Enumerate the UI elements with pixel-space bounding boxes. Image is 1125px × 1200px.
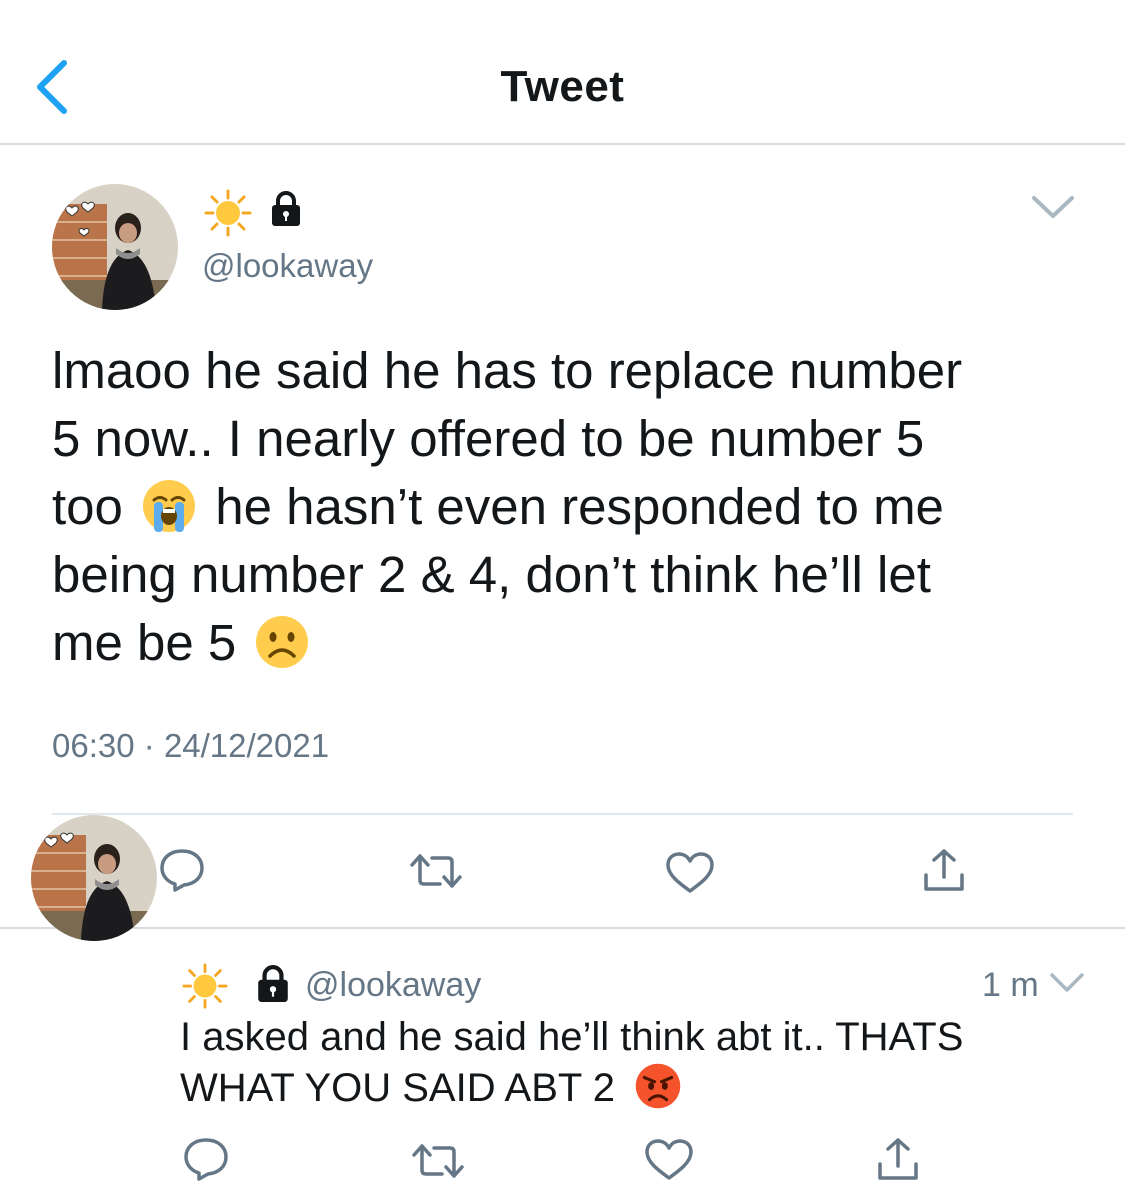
chevron-down-icon[interactable] [1030, 192, 1076, 222]
user-handle[interactable]: @lookaway [202, 247, 373, 285]
tweet-timestamp: 06:30 · 24/12/2021 [52, 727, 329, 765]
tweet-line-text: me be 5 [52, 614, 237, 671]
date-separator: · [143, 727, 155, 764]
tweet-line: I asked and he said he’ll think abt it..… [180, 1015, 964, 1059]
lock-icon [272, 191, 300, 226]
tweet-text: lmaoo he said he has to replace number 5… [52, 337, 1082, 677]
retweet-button[interactable] [412, 1142, 464, 1180]
tweet-line-text: too [52, 478, 123, 535]
reply-icon [160, 849, 204, 892]
like-button[interactable] [644, 1138, 694, 1182]
tweet-line: me be 5 [52, 609, 1082, 677]
avatar[interactable] [52, 184, 178, 310]
page-title: Tweet [500, 62, 625, 111]
share-icon [924, 849, 964, 891]
avatar[interactable] [31, 815, 157, 941]
tweet-age: 1 m [982, 966, 1039, 1004]
chevron-down-icon[interactable] [1048, 970, 1086, 996]
share-icon [878, 1138, 918, 1180]
tweet-line: being number 2 & 4, don’t think he’ll le… [52, 546, 931, 603]
tweet-line: lmaoo he said he has to replace number [52, 342, 963, 399]
tweet-line: too he hasn’t even responded to me [52, 473, 1082, 541]
tweet-line: WHAT YOU SAID ABT 2 [180, 1063, 1100, 1114]
tweet-time: 06:30 [52, 727, 135, 764]
user-handle[interactable]: @lookaway [305, 966, 481, 1005]
main-tweet: @lookaway lmaoo he said he has to replac… [0, 147, 1125, 929]
retweet-icon [410, 854, 462, 888]
tweet-date: 24/12/2021 [163, 727, 330, 764]
loudly-crying-face-icon [143, 479, 196, 532]
retweet-icon [412, 1144, 464, 1178]
retweet-button[interactable] [410, 852, 462, 890]
reply-button[interactable] [158, 847, 206, 893]
sun-emoji-icon [204, 189, 252, 237]
share-button[interactable] [876, 1136, 920, 1182]
tweet-line-text: he hasn’t even responded to me [215, 478, 944, 535]
lock-icon [258, 965, 288, 1002]
like-button[interactable] [665, 851, 715, 895]
pouting-face-icon [635, 1064, 681, 1109]
heart-icon [666, 852, 714, 893]
frowning-face-icon [256, 615, 309, 668]
reply-tweet-text: I asked and he said he’ll think abt it..… [180, 1012, 1100, 1114]
sun-emoji-icon [182, 963, 228, 1009]
reply-icon [184, 1138, 228, 1181]
share-button[interactable] [922, 847, 966, 893]
tweet-line: 5 now.. I nearly offered to be number 5 [52, 410, 925, 467]
nav-bar: Tweet [0, 0, 1125, 145]
heart-icon [645, 1139, 693, 1180]
tweet-line-text: WHAT YOU SAID ABT 2 [180, 1066, 615, 1110]
reply-button[interactable] [182, 1136, 230, 1182]
divider [52, 813, 1073, 815]
